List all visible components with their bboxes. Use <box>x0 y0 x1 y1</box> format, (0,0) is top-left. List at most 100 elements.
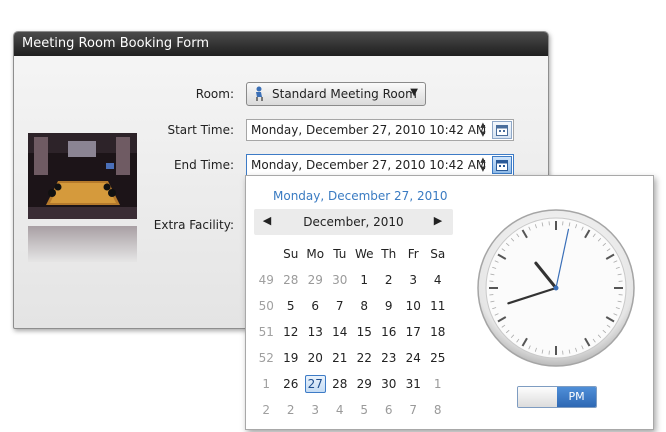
calendar-day[interactable]: 6 <box>377 403 402 417</box>
month-title[interactable]: December, 2010 <box>254 215 453 229</box>
calendar-week-row: 49 28 29 30 1 2 3 4 <box>254 267 450 293</box>
calendar-day[interactable]: 5 <box>279 299 304 313</box>
triangle-right-icon[interactable]: ▶ <box>431 214 445 227</box>
start-time-calendar-button[interactable] <box>492 121 512 139</box>
calendar-day-label: 29 <box>307 273 323 287</box>
calendar-day-label: 5 <box>286 299 295 313</box>
calendar-day[interactable]: 7 <box>328 299 353 313</box>
calendar-day[interactable]: 6 <box>303 299 328 313</box>
meeting-room-photo <box>28 133 137 219</box>
calendar-day[interactable]: 31 <box>401 377 426 391</box>
calendar-day-label: 14 <box>332 325 348 339</box>
end-time-spinner[interactable]: ▲ ▼ <box>478 156 488 174</box>
calendar-day-label: 22 <box>356 351 372 365</box>
calendar-day-label: 19 <box>283 351 299 365</box>
calendar-day[interactable]: 29 <box>303 273 328 287</box>
calendar-day-label: 13 <box>307 325 323 339</box>
calendar-day[interactable]: 2 <box>377 273 402 287</box>
calendar-day[interactable]: 11 <box>426 299 451 313</box>
end-time-input[interactable]: Monday, December 27, 2010 10:42 AM <box>251 158 486 172</box>
am-option[interactable] <box>518 387 557 407</box>
calendar-day-label: 1 <box>360 273 369 287</box>
person-chair-icon <box>256 86 263 101</box>
calendar-day[interactable]: 9 <box>377 299 402 313</box>
calendar-day-label: 4 <box>335 403 344 417</box>
end-time-picker[interactable]: Monday, December 27, 2010 10:42 AM ▲ ▼ <box>246 154 514 176</box>
window-title: Meeting Room Booking Form <box>22 36 210 51</box>
calendar-day[interactable]: 29 <box>352 377 377 391</box>
weekday-header: Su <box>283 247 299 261</box>
calendar-grid: Su Mo Tu We Th Fr Sa 49 28 29 30 1 2 3 4 50 5 6 7 8 9… <box>254 241 450 423</box>
calendar-day[interactable]: 15 <box>352 325 377 339</box>
am-pm-toggle[interactable]: PM <box>517 386 597 408</box>
room-dropdown[interactable]: Standard Meeting Room ▼ <box>246 82 426 106</box>
calendar-day-label: 3 <box>311 403 320 417</box>
calendar-day[interactable]: 21 <box>328 351 353 365</box>
calendar-day[interactable]: 10 <box>401 299 426 313</box>
calendar-day[interactable]: 12 <box>279 325 304 339</box>
calendar-day[interactable]: 5 <box>352 403 377 417</box>
analog-clock <box>477 209 635 367</box>
calendar-day[interactable]: 13 <box>303 325 328 339</box>
calendar-day[interactable]: 28 <box>279 273 304 287</box>
calendar-day[interactable]: 22 <box>352 351 377 365</box>
calendar-day-label: 1 <box>433 377 442 391</box>
calendar-day[interactable]: 4 <box>426 273 451 287</box>
datetime-popup: Monday, December 27, 2010 ◀ December, 20… <box>245 175 654 430</box>
extra-facility-label: Extra Facility: <box>153 218 234 232</box>
calendar-day[interactable]: 17 <box>401 325 426 339</box>
calendar-day[interactable]: 30 <box>377 377 402 391</box>
clock-center <box>553 285 559 291</box>
window-titlebar: Meeting Room Booking Form <box>14 32 548 56</box>
week-number: 49 <box>258 273 274 287</box>
calendar-day-label: 25 <box>430 351 446 365</box>
weekday-header: Fr <box>407 247 419 261</box>
start-time-picker[interactable]: Monday, December 27, 2010 10:42 AM ▲ ▼ <box>246 119 514 141</box>
calendar-day-selected[interactable]: 27 <box>303 375 328 393</box>
calendar-day-label: 6 <box>311 299 320 313</box>
calendar-day-label: 11 <box>430 299 446 313</box>
weekday-header: We <box>354 247 374 261</box>
calendar-day[interactable]: 3 <box>303 403 328 417</box>
calendar-day[interactable]: 8 <box>352 299 377 313</box>
pm-option[interactable]: PM <box>557 387 596 407</box>
calendar-day[interactable]: 1 <box>352 273 377 287</box>
selected-date-header[interactable]: Monday, December 27, 2010 <box>273 189 447 203</box>
calendar-day[interactable]: 8 <box>426 403 451 417</box>
end-time-label: End Time: <box>173 158 234 172</box>
calendar-day[interactable]: 26 <box>279 377 304 391</box>
calendar-day[interactable]: 18 <box>426 325 451 339</box>
calendar-day[interactable]: 19 <box>279 351 304 365</box>
calendar-week-row: 2 2 3 4 5 6 7 8 <box>254 397 450 423</box>
calendar-day-label: 9 <box>384 299 393 313</box>
weekday-header: Mo <box>306 247 325 261</box>
calendar-day[interactable]: 25 <box>426 351 451 365</box>
calendar-day-label: 8 <box>433 403 442 417</box>
calendar-day[interactable]: 4 <box>328 403 353 417</box>
calendar-day[interactable]: 24 <box>401 351 426 365</box>
calendar-day[interactable]: 28 <box>328 377 353 391</box>
calendar-day[interactable]: 16 <box>377 325 402 339</box>
calendar-icon <box>496 159 508 171</box>
calendar-day-label: 23 <box>381 351 397 365</box>
calendar-day-label: 30 <box>332 273 348 287</box>
weekday-header: Th <box>381 247 397 261</box>
start-time-spinner[interactable]: ▲ ▼ <box>478 121 488 139</box>
start-time-input[interactable]: Monday, December 27, 2010 10:42 AM <box>251 123 486 137</box>
weekday-header-row: Su Mo Tu We Th Fr Sa <box>254 241 450 267</box>
calendar-day[interactable]: 2 <box>279 403 304 417</box>
calendar-day-label: 7 <box>335 299 344 313</box>
chevron-down-icon: ▼ <box>410 87 418 98</box>
end-time-calendar-button[interactable] <box>492 156 512 174</box>
calendar-day-label: 30 <box>381 377 397 391</box>
calendar-day[interactable]: 7 <box>401 403 426 417</box>
calendar-day[interactable]: 1 <box>426 377 451 391</box>
calendar-day[interactable]: 30 <box>328 273 353 287</box>
week-number: 50 <box>258 299 274 313</box>
calendar-day[interactable]: 23 <box>377 351 402 365</box>
calendar-day-label: 6 <box>384 403 393 417</box>
calendar-day[interactable]: 3 <box>401 273 426 287</box>
calendar-day[interactable]: 20 <box>303 351 328 365</box>
calendar-day[interactable]: 14 <box>328 325 353 339</box>
week-number: 2 <box>262 403 271 417</box>
